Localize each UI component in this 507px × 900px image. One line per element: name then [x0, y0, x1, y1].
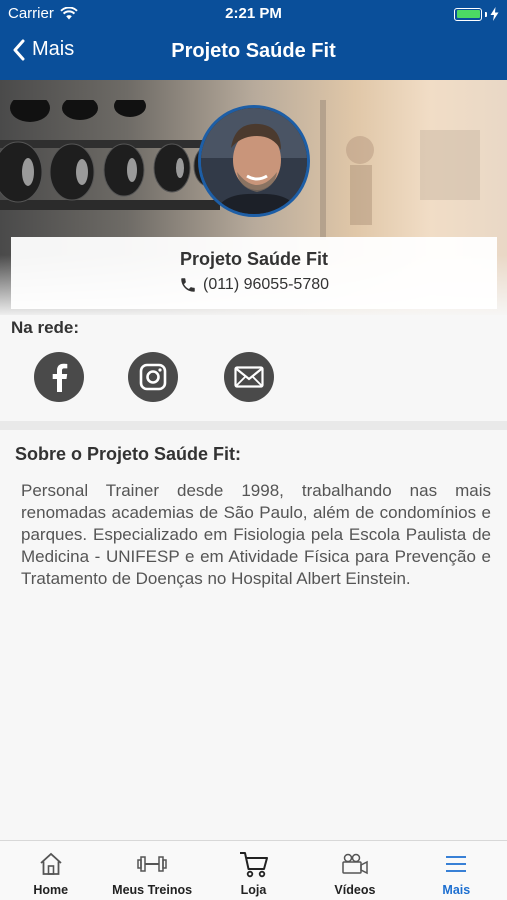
social-heading: Na rede: — [11, 318, 80, 337]
facebook-icon — [52, 363, 68, 392]
facebook-button[interactable] — [34, 352, 84, 402]
home-icon — [40, 852, 62, 875]
person-portrait-graphic — [201, 108, 307, 214]
nav-row: Mais Projeto Saúde Fit — [0, 30, 507, 76]
tab-videos[interactable]: Vídeos — [304, 841, 405, 900]
tab-loja-label: Loja — [240, 883, 267, 897]
menu-icon — [446, 856, 467, 872]
phone-link[interactable]: (011) 96055-5780 — [11, 276, 497, 294]
page-title: Projeto Saúde Fit — [171, 40, 336, 62]
dumbbell-icon — [137, 856, 167, 872]
tab-bar: Home Meus Treinos Loja Vídeos Mais — [0, 840, 507, 900]
tab-videos-label: Vídeos — [334, 883, 376, 897]
status-time: 2:21 PM — [225, 5, 282, 22]
email-icon — [234, 366, 264, 388]
status-bar: Carrier 2:21 PM — [0, 0, 507, 28]
dumbbell-rack-graphic — [0, 100, 220, 210]
profile-card: Projeto Saúde Fit (011) 96055-5780 — [11, 237, 497, 309]
gym-equipment-graphic — [320, 100, 480, 240]
profile-avatar — [198, 105, 310, 217]
tab-home-label: Home — [33, 883, 69, 897]
tab-meus-treinos-label: Meus Treinos — [112, 883, 193, 897]
tab-mais-label: Mais — [442, 883, 471, 897]
phone-number: (011) 96055-5780 — [202, 276, 330, 293]
profile-name: Projeto Saúde Fit — [179, 249, 329, 269]
about-title: Sobre o Projeto Saúde Fit: — [15, 444, 242, 464]
phone-icon — [181, 278, 195, 292]
cart-icon — [239, 852, 268, 878]
charging-bolt-icon — [490, 7, 499, 21]
video-camera-icon — [342, 853, 368, 875]
instagram-icon — [139, 363, 167, 391]
instagram-button[interactable] — [128, 352, 178, 402]
section-divider — [0, 421, 507, 430]
email-button[interactable] — [224, 352, 274, 402]
battery-icon — [454, 7, 499, 21]
tab-mais[interactable]: Mais — [406, 841, 507, 900]
navigation-bar: Carrier 2:21 PM Mais Projeto Saúde Fit — [0, 0, 507, 80]
tab-meus-treinos[interactable]: Meus Treinos — [101, 841, 202, 900]
tab-loja[interactable]: Loja — [203, 841, 304, 900]
about-text: Personal Trainer desde 1998, trabalhando… — [21, 481, 491, 588]
tab-home[interactable]: Home — [0, 841, 101, 900]
